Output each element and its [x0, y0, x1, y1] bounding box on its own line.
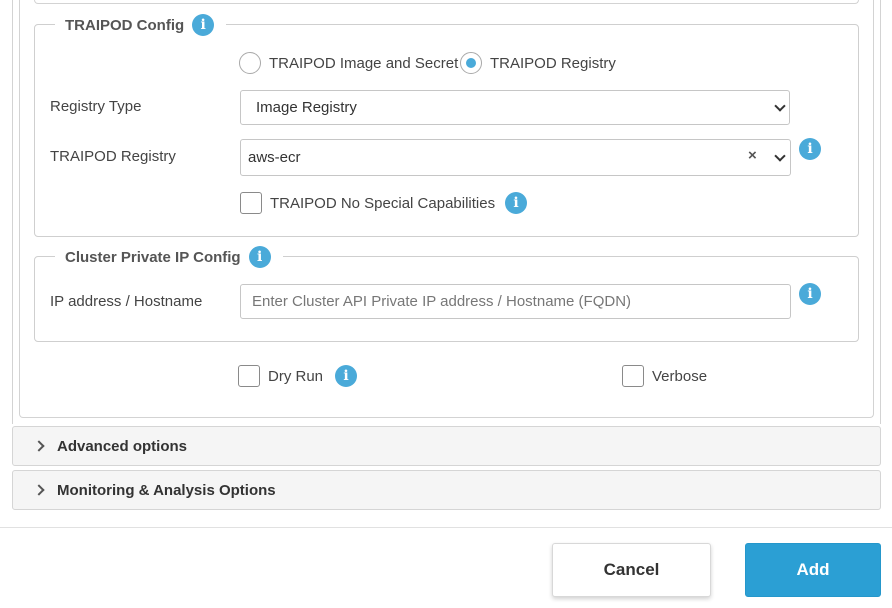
checkbox-label: Dry Run — [268, 367, 324, 385]
cancel-button[interactable]: Cancel — [552, 543, 711, 597]
cluster-private-ip-legend: Cluster Private IP Config i — [55, 244, 283, 270]
checkbox[interactable] — [238, 365, 260, 387]
verbose-checkbox[interactable]: Verbose — [622, 365, 707, 387]
checkbox-label: Verbose — [652, 367, 708, 385]
info-icon[interactable]: i — [248, 246, 271, 268]
monitoring-analysis-accordion[interactable]: Monitoring & Analysis Options — [12, 470, 881, 510]
outer-frame-right — [880, 0, 881, 424]
accordion-title: Monitoring & Analysis Options — [57, 481, 276, 499]
checkbox[interactable] — [622, 365, 644, 387]
chevron-down-icon[interactable] — [774, 150, 786, 162]
traipod-registry-value: aws-ecr — [248, 149, 301, 166]
ip-hostname-label: IP address / Hostname — [50, 293, 203, 310]
radio-button-selected[interactable] — [460, 52, 482, 74]
registry-type-label: Registry Type — [50, 98, 142, 115]
checkbox[interactable] — [240, 192, 262, 214]
radio-label: TRAIPOD Image and Secret — [269, 54, 459, 72]
ip-hostname-input[interactable]: Enter Cluster API Private IP address / H… — [240, 284, 791, 319]
add-button[interactable]: Add — [745, 543, 881, 597]
checkbox-label: TRAIPOD No Special Capabilities — [270, 194, 496, 212]
radio-label: TRAIPOD Registry — [490, 54, 616, 72]
no-special-capabilities-checkbox[interactable]: TRAIPOD No Special Capabilities i — [240, 192, 528, 214]
radio-button[interactable] — [239, 52, 261, 74]
cluster-private-ip-title: Cluster Private IP Config — [65, 248, 241, 266]
footer-divider — [0, 527, 892, 528]
info-icon[interactable]: i — [192, 14, 215, 36]
outer-frame-left — [12, 0, 13, 424]
info-icon[interactable]: i — [799, 138, 821, 160]
radio-image-and-secret[interactable]: TRAIPOD Image and Secret — [239, 52, 458, 74]
advanced-options-accordion[interactable]: Advanced options — [12, 426, 881, 466]
chevron-right-icon — [33, 484, 45, 496]
radio-traipod-registry[interactable]: TRAIPOD Registry — [460, 52, 616, 74]
info-icon[interactable]: i — [505, 192, 528, 214]
traipod-config-legend: TRAIPOD Config i — [55, 12, 227, 38]
clear-icon[interactable]: × — [748, 147, 757, 164]
dry-run-checkbox[interactable]: Dry Run i — [238, 365, 358, 387]
registry-type-select[interactable]: Image Registry — [240, 90, 790, 125]
previous-section-edge — [34, 0, 859, 4]
traipod-registry-select[interactable]: aws-ecr × — [240, 139, 791, 176]
info-icon[interactable]: i — [335, 365, 358, 387]
accordion-title: Advanced options — [57, 437, 188, 455]
chevron-down-icon — [774, 100, 786, 112]
chevron-right-icon — [33, 440, 45, 452]
traipod-registry-label: TRAIPOD Registry — [50, 148, 176, 165]
traipod-config-title: TRAIPOD Config — [65, 16, 185, 34]
ip-hostname-placeholder: Enter Cluster API Private IP address / H… — [252, 293, 632, 310]
registry-type-value: Image Registry — [256, 99, 357, 116]
info-icon[interactable]: i — [799, 283, 821, 305]
